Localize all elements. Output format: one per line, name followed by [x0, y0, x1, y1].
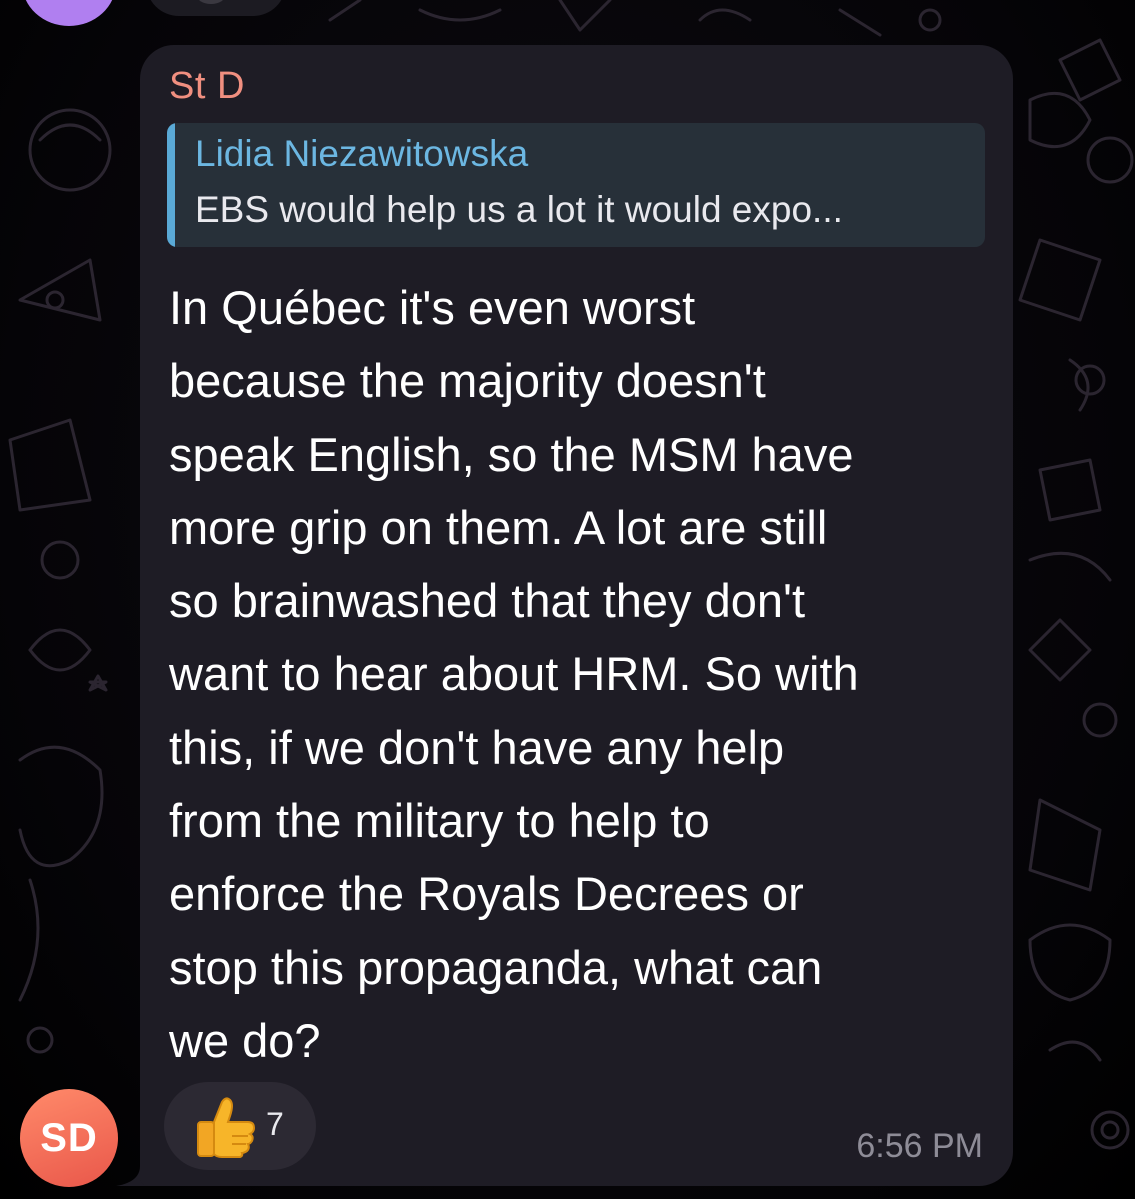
previous-message-emoji: [196, 0, 226, 4]
reaction-count: 7: [266, 1106, 284, 1142]
reply-preview: EBS would help us a lot it would expo...: [195, 189, 843, 230]
message-timestamp: 6:56 PM: [856, 1127, 983, 1165]
thumbs-up-icon: [197, 1097, 256, 1158]
previous-message-bubble[interactable]: [146, 0, 286, 16]
avatar-initials: SD: [40, 1115, 98, 1160]
message-bubble[interactable]: St D Lidia Niezawitowska EBS would help …: [140, 45, 1013, 1186]
reply-author: Lidia Niezawitowska: [195, 133, 529, 174]
sender-name[interactable]: St D: [169, 65, 245, 108]
message-text: In Québec it's even worst because the ma…: [169, 281, 859, 1067]
reaction-chip[interactable]: 7: [164, 1082, 316, 1170]
reply-quote[interactable]: Lidia Niezawitowska EBS would help us a …: [167, 123, 985, 247]
chat-view: St D Lidia Niezawitowska EBS would help …: [0, 0, 1135, 1199]
reply-accent-bar: [167, 123, 175, 247]
sender-avatar[interactable]: SD: [20, 1089, 118, 1187]
